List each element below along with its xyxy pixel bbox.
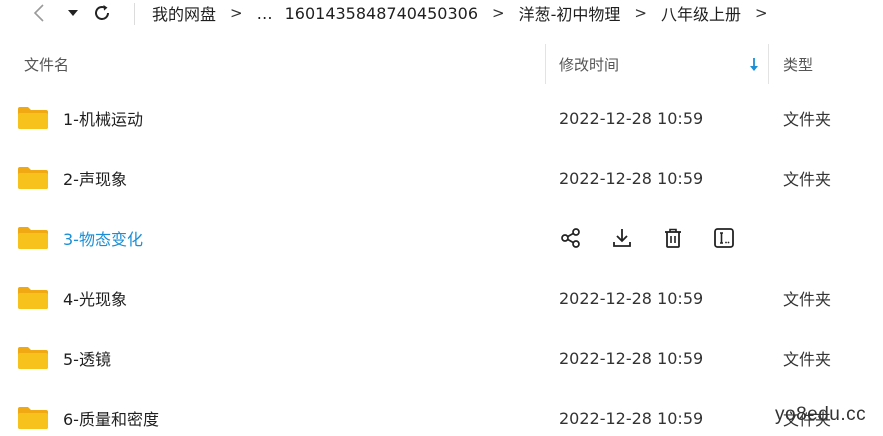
file-type: 文件夹 [783, 110, 832, 129]
file-name[interactable]: 4-光现象 [63, 268, 127, 328]
delete-button[interactable] [661, 226, 685, 250]
file-name[interactable]: 2-声现象 [63, 148, 127, 208]
share-icon [561, 228, 580, 248]
file-modified-time: 2022-12-28 10:59 [559, 348, 704, 368]
file-type: 文件夹 [783, 170, 832, 189]
breadcrumb-item-course[interactable]: 洋葱-初中物理 [519, 1, 621, 25]
folder-icon [18, 167, 48, 189]
file-type: 文件夹 [783, 350, 832, 369]
list-item[interactable]: 5-透镜 2022-12-28 10:59 文件夹 [0, 328, 883, 388]
breadcrumb-item-current[interactable]: 八年级上册 [661, 1, 741, 25]
list-item-hovered[interactable]: 3-物态变化 [0, 208, 883, 268]
breadcrumb: 我的网盘 > … 1601435848740450306 > 洋葱-初中物理 >… [152, 0, 782, 26]
rename-button[interactable] [712, 226, 736, 250]
file-name[interactable]: 6-质量和密度 [63, 388, 159, 436]
file-list-header: 文件名 修改时间 类型 [0, 44, 883, 84]
file-name[interactable]: 3-物态变化 [63, 208, 143, 268]
download-icon [613, 229, 631, 247]
share-button[interactable] [559, 226, 583, 250]
column-divider[interactable] [768, 44, 769, 84]
folder-icon [18, 287, 48, 309]
breadcrumb-item-id-folder[interactable]: 1601435848740450306 [285, 4, 478, 23]
column-divider[interactable] [545, 44, 546, 84]
row-actions [559, 208, 763, 268]
toolbar-divider [134, 3, 135, 25]
breadcrumb-item-ellipsis[interactable]: … [257, 4, 273, 23]
folder-icon [18, 227, 48, 249]
watermark-text: yo8edu.cc [775, 404, 867, 425]
breadcrumb-item-root[interactable]: 我的网盘 [152, 1, 216, 25]
file-modified-time: 2022-12-28 10:59 [559, 288, 704, 308]
breadcrumb-separator: > [634, 4, 647, 22]
history-dropdown-button[interactable] [62, 0, 84, 26]
refresh-button[interactable] [88, 0, 116, 26]
file-type: 文件夹 [783, 290, 832, 309]
file-name[interactable]: 1-机械运动 [63, 88, 143, 148]
caret-down-icon [68, 10, 78, 16]
arrow-down-icon[interactable] [746, 56, 762, 74]
column-header-type[interactable]: 类型 [783, 44, 813, 84]
navigation-bar: 我的网盘 > … 1601435848740450306 > 洋葱-初中物理 >… [0, 0, 883, 28]
breadcrumb-separator: > [492, 4, 505, 22]
rename-icon [714, 228, 734, 248]
chevron-left-icon [33, 4, 44, 22]
file-modified-time: 2022-12-28 10:59 [559, 408, 704, 428]
folder-icon [18, 107, 48, 129]
back-button[interactable] [26, 0, 52, 26]
download-button[interactable] [610, 226, 634, 250]
list-item[interactable]: 4-光现象 2022-12-28 10:59 文件夹 [0, 268, 883, 328]
column-header-name[interactable]: 文件名 [24, 44, 69, 84]
file-modified-time: 2022-12-28 10:59 [559, 108, 704, 128]
file-list: 1-机械运动 2022-12-28 10:59 文件夹 2-声现象 2022-1… [0, 88, 883, 436]
refresh-icon [95, 5, 109, 20]
list-item[interactable]: 1-机械运动 2022-12-28 10:59 文件夹 [0, 88, 883, 148]
folder-icon [18, 407, 48, 429]
file-name[interactable]: 5-透镜 [63, 328, 111, 388]
delete-icon [665, 228, 681, 248]
file-modified-time: 2022-12-28 10:59 [559, 168, 704, 188]
folder-icon [18, 347, 48, 369]
list-item[interactable]: 2-声现象 2022-12-28 10:59 文件夹 [0, 148, 883, 208]
column-header-modified[interactable]: 修改时间 [559, 44, 619, 84]
breadcrumb-separator: > [230, 4, 243, 22]
breadcrumb-separator: > [754, 4, 768, 22]
list-item[interactable]: 6-质量和密度 2022-12-28 10:59 文件夹 [0, 388, 883, 436]
